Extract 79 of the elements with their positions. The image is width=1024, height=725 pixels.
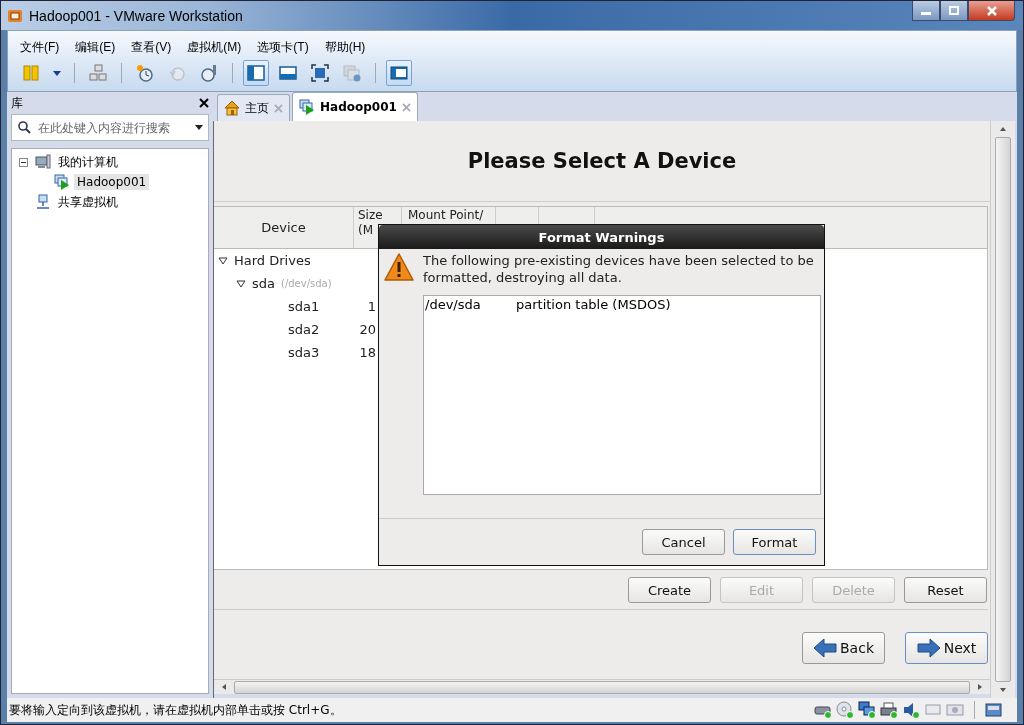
expander-icon[interactable] [218,255,228,266]
dropdown-icon[interactable] [195,125,203,131]
network-icon[interactable] [858,701,876,719]
bottom-bar-view-icon [278,63,298,83]
clock-icon [135,63,155,83]
tree-item[interactable]: 共享虚拟机 [55,192,121,212]
menu-item[interactable]: 虚拟机(M) [187,39,242,56]
menu-item[interactable]: 帮助(H) [324,39,366,56]
caret-icon [52,68,62,78]
scroll-up-icon[interactable] [999,125,1007,133]
dialog-title: Format Warnings [538,229,665,245]
warning-message: The following pre-existing devices have been selected to be formatted, destroying all data. [423,252,815,286]
back-button[interactable]: Back [802,632,885,664]
menu-item[interactable]: 文件(F) [20,39,60,56]
maximize-button[interactable] [940,1,968,21]
size-value: 1 [367,299,376,314]
clock-wrench-icon [199,63,219,83]
minimize-icon [921,12,931,15]
action-button[interactable]: Create [628,577,711,603]
device-path: (/dev/sda) [281,278,332,289]
scroll-thumb[interactable] [995,137,1011,682]
menu-item[interactable]: 选项卡(T) [257,39,309,56]
shared-vm-icon [35,194,51,210]
scroll-down-icon[interactable] [999,686,1007,694]
device-description: partition table (MSDOS) [516,297,671,312]
column-header[interactable]: Device [214,207,354,248]
warning-icon [383,252,415,282]
device-name[interactable]: sda [252,276,275,291]
scroll-left-icon[interactable] [220,683,228,691]
sidebar-view-icon [246,63,266,83]
status-message: 要将输入定向到该虚拟机，请在虚拟机内部单击或按 Ctrl+G。 [9,701,342,719]
device-name[interactable]: sda3 [288,345,320,360]
search-field[interactable]: 在此处键入内容进行搜索 [11,114,209,141]
size-value: 18 [359,345,376,360]
pause-icon [21,63,41,83]
network-icon [88,63,108,83]
collapse-toggle-icon[interactable] [19,157,28,167]
library-title: 库 [11,94,23,112]
vertical-scrollbar[interactable] [990,121,1015,698]
thumbnail-bar-button[interactable] [386,60,412,86]
scroll-right-icon[interactable] [976,683,984,691]
window-icon [389,63,409,83]
menu-item[interactable]: 编辑(E) [75,39,116,56]
vm-icon [54,174,70,190]
size-value: 20 [359,322,376,337]
right-arrow-icon [916,638,941,658]
dialog-button[interactable]: Format [733,529,816,555]
maximize-icon [947,5,961,16]
message-icon[interactable] [985,701,1003,719]
next-button[interactable]: Next [905,632,988,664]
close-button[interactable] [968,1,1015,21]
app-icon [7,7,23,24]
tree-item[interactable]: 我的计算机 [55,152,121,172]
left-arrow-icon [813,638,837,658]
expander-icon[interactable] [236,278,246,289]
close-icon [984,5,999,16]
tab[interactable]: 主页 [217,94,290,121]
device-path: /dev/sda [425,297,482,312]
action-button[interactable]: Reset [904,577,987,603]
device-name[interactable]: sda2 [288,322,320,337]
printer-icon[interactable] [880,701,898,719]
speaker-icon[interactable] [902,701,920,719]
console-view-button[interactable] [243,60,269,86]
vm-icon [299,99,315,115]
home-icon [224,100,240,116]
window-title: Hadoop001 - VMware Workstation [29,7,243,24]
device-name[interactable]: sda1 [288,299,320,314]
close-icon[interactable] [199,98,209,108]
device-name[interactable]: Hard Drives [234,253,311,268]
tab[interactable]: Hadoop001 [292,92,418,121]
windows-info-icon [342,63,362,83]
menu-item[interactable]: 查看(V) [131,39,172,56]
search-icon [17,120,31,134]
dialog-button[interactable]: Cancel [642,529,725,555]
fullscreen-icon [310,63,330,83]
minimize-button[interactable] [912,1,940,21]
tree-item[interactable]: Hadoop001 [74,174,150,190]
computer-icon [35,154,51,170]
page-heading: Please Select A Device [467,149,737,173]
